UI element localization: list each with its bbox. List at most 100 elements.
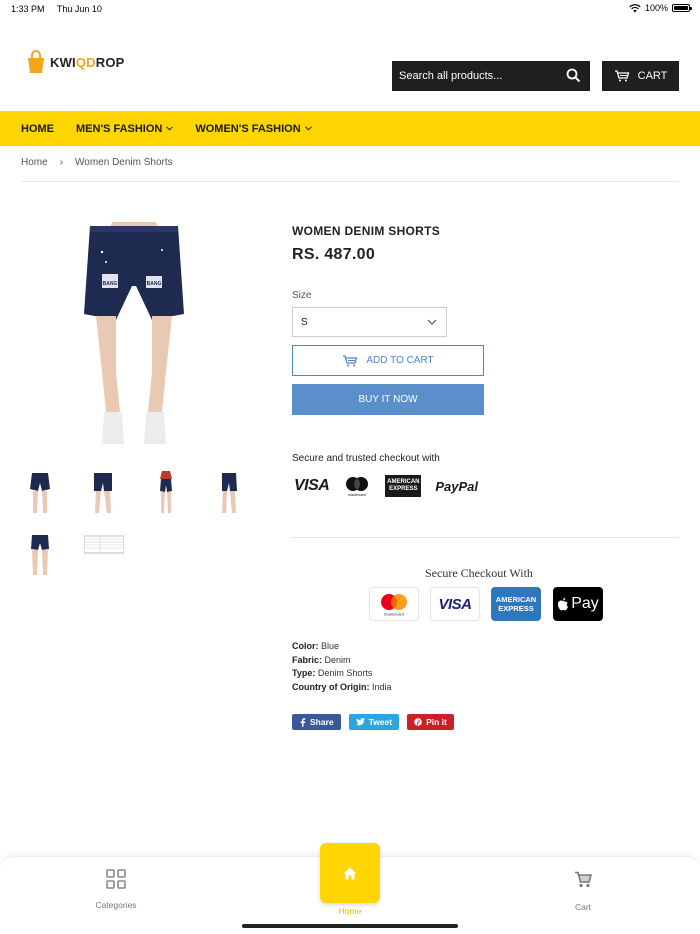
spec-key: Color: — [292, 641, 319, 651]
home-icon — [343, 867, 357, 879]
breadcrumb-home[interactable]: Home — [21, 157, 48, 168]
product-title: WOMEN DENIM SHORTS — [292, 224, 441, 238]
grid-icon — [106, 869, 126, 889]
logo-accent: QD — [75, 54, 96, 70]
search-input[interactable]: Search all products... — [392, 61, 590, 91]
amex-badge-line2: EXPRESS — [498, 604, 534, 613]
logo-prefix: KWI — [50, 54, 76, 70]
pinterest-share-label: Pin it — [426, 717, 447, 727]
search-placeholder: Search all products... — [399, 70, 503, 82]
battery-percent: 100% — [644, 3, 668, 13]
battery-icon — [672, 4, 692, 12]
buy-it-now-button[interactable]: BUY IT NOW — [292, 384, 484, 415]
amex-badge-line1: AMERICAN — [495, 595, 537, 604]
cart-icon — [614, 70, 629, 82]
size-chart-thumbnail[interactable] — [84, 530, 124, 574]
breadcrumb: Home › Women Denim Shorts — [21, 157, 173, 168]
spec-row: Type: Denim Shorts — [292, 667, 392, 681]
add-to-cart-label: ADD TO CART — [366, 355, 434, 366]
mastercard-logo: mastercard — [346, 477, 369, 497]
cart-button[interactable]: CART — [602, 61, 679, 91]
wifi-icon — [629, 3, 641, 12]
product-main-image[interactable]: BANG BANG — [82, 222, 186, 448]
twitter-share-button[interactable]: Tweet — [348, 714, 400, 730]
spec-value: Denim — [324, 654, 351, 665]
mastercard-badge-logo: mastercard — [381, 594, 407, 617]
tab-home-label: Home — [338, 906, 362, 916]
visa-badge-text: VISA — [438, 595, 472, 613]
status-bar: 1:33 PM Thu Jun 10 100% — [0, 0, 700, 18]
store-logo[interactable]: KWIQDROP — [26, 50, 125, 74]
status-time: 1:33 PM — [11, 4, 45, 14]
chevron-down-icon — [304, 126, 312, 131]
spec-row: Country of Origin: India — [292, 681, 392, 695]
amex-logo: AMERICAN EXPRESS — [385, 475, 422, 497]
shorts-print-right: BANG — [147, 281, 162, 287]
status-left: 1:33 PM Thu Jun 10 — [11, 4, 112, 14]
share-buttons: Share Tweet Pin it — [292, 714, 454, 730]
facebook-share-button[interactable]: Share — [292, 714, 341, 730]
chevron-down-icon — [166, 126, 174, 131]
mastercard-badge-text: mastercard — [384, 612, 404, 617]
size-value: S — [301, 316, 308, 328]
nav-item-mens-fashion[interactable]: MEN'S FASHION — [76, 122, 174, 135]
cart-icon — [343, 354, 358, 366]
size-select[interactable]: S — [292, 307, 447, 337]
search-icon[interactable] — [566, 68, 581, 83]
cart-icon — [575, 871, 592, 888]
spec-key: Fabric: — [292, 654, 323, 665]
pinterest-icon — [414, 718, 422, 726]
twitter-icon — [355, 718, 365, 726]
home-indicator — [242, 924, 458, 928]
breadcrumb-separator: › — [59, 157, 64, 168]
mastercard-logo-text: mastercard — [349, 493, 367, 497]
amex-badge-text: AMERICAN EXPRESS — [496, 595, 536, 613]
size-label: Size — [292, 290, 312, 301]
tab-cart[interactable]: Cart — [553, 871, 613, 912]
logo-suffix: ROP — [95, 54, 125, 70]
tab-cart-label: Cart — [574, 902, 592, 912]
apple-pay-text: Pay — [571, 595, 599, 612]
logo-text: KWIQDROP — [50, 55, 125, 70]
amex-badge: AMERICAN EXPRESS — [491, 587, 541, 621]
nav-item-womens-fashion[interactable]: WOMEN'S FASHION — [195, 123, 312, 135]
spec-value: Denim Shorts — [317, 668, 373, 678]
pinterest-share-button[interactable]: Pin it — [407, 714, 454, 730]
apple-icon — [558, 597, 569, 611]
spec-row: Color: Blue — [292, 640, 392, 654]
spec-value: India — [372, 681, 392, 692]
product-thumbnail[interactable] — [20, 471, 60, 515]
divider — [21, 181, 679, 182]
chevron-down-icon — [427, 319, 437, 325]
secure-checkout-text: Secure and trusted checkout with — [292, 453, 440, 464]
nav-item-label: MEN'S FASHION — [76, 122, 163, 135]
apple-pay-badge: Pay — [553, 587, 603, 621]
add-to-cart-button[interactable]: ADD TO CART — [292, 345, 484, 376]
spec-key: Country of Origin: — [292, 681, 370, 692]
product-thumbnail[interactable] — [20, 533, 60, 577]
cart-label: CART — [637, 70, 668, 82]
tab-categories-label: Categories — [95, 900, 137, 910]
product-thumbnail[interactable] — [146, 471, 186, 515]
amex-logo-text: AMERICAN EXPRESS — [387, 479, 420, 492]
product-thumbnail[interactable] — [82, 471, 122, 515]
spec-key: Type: — [292, 668, 316, 678]
nav-item-home[interactable]: HOME — [21, 123, 54, 135]
paypal-logo: PayPal — [435, 478, 478, 494]
secure-checkout-heading: Secure Checkout With — [425, 566, 533, 580]
spec-value: Blue — [321, 641, 340, 651]
status-date: Thu Jun 10 — [56, 4, 102, 14]
buy-it-now-label: BUY IT NOW — [358, 394, 418, 405]
breadcrumb-current: Women Denim Shorts — [75, 157, 173, 168]
payment-logos: VISA mastercard AMERICAN EXPRESS PayPal — [294, 474, 478, 498]
twitter-share-label: Tweet — [368, 717, 393, 727]
shopping-bag-logo-icon — [28, 50, 44, 73]
tab-categories[interactable]: Categories — [86, 868, 146, 910]
nav-item-label: HOME — [21, 122, 54, 135]
tab-home[interactable] — [320, 843, 380, 903]
facebook-share-label: Share — [310, 717, 334, 727]
product-thumbnail[interactable] — [208, 471, 248, 515]
visa-badge: VISA — [430, 587, 480, 621]
product-specs: Color: Blue Fabric: Denim Type: Denim Sh… — [292, 640, 392, 694]
status-right: 100% — [629, 3, 692, 13]
